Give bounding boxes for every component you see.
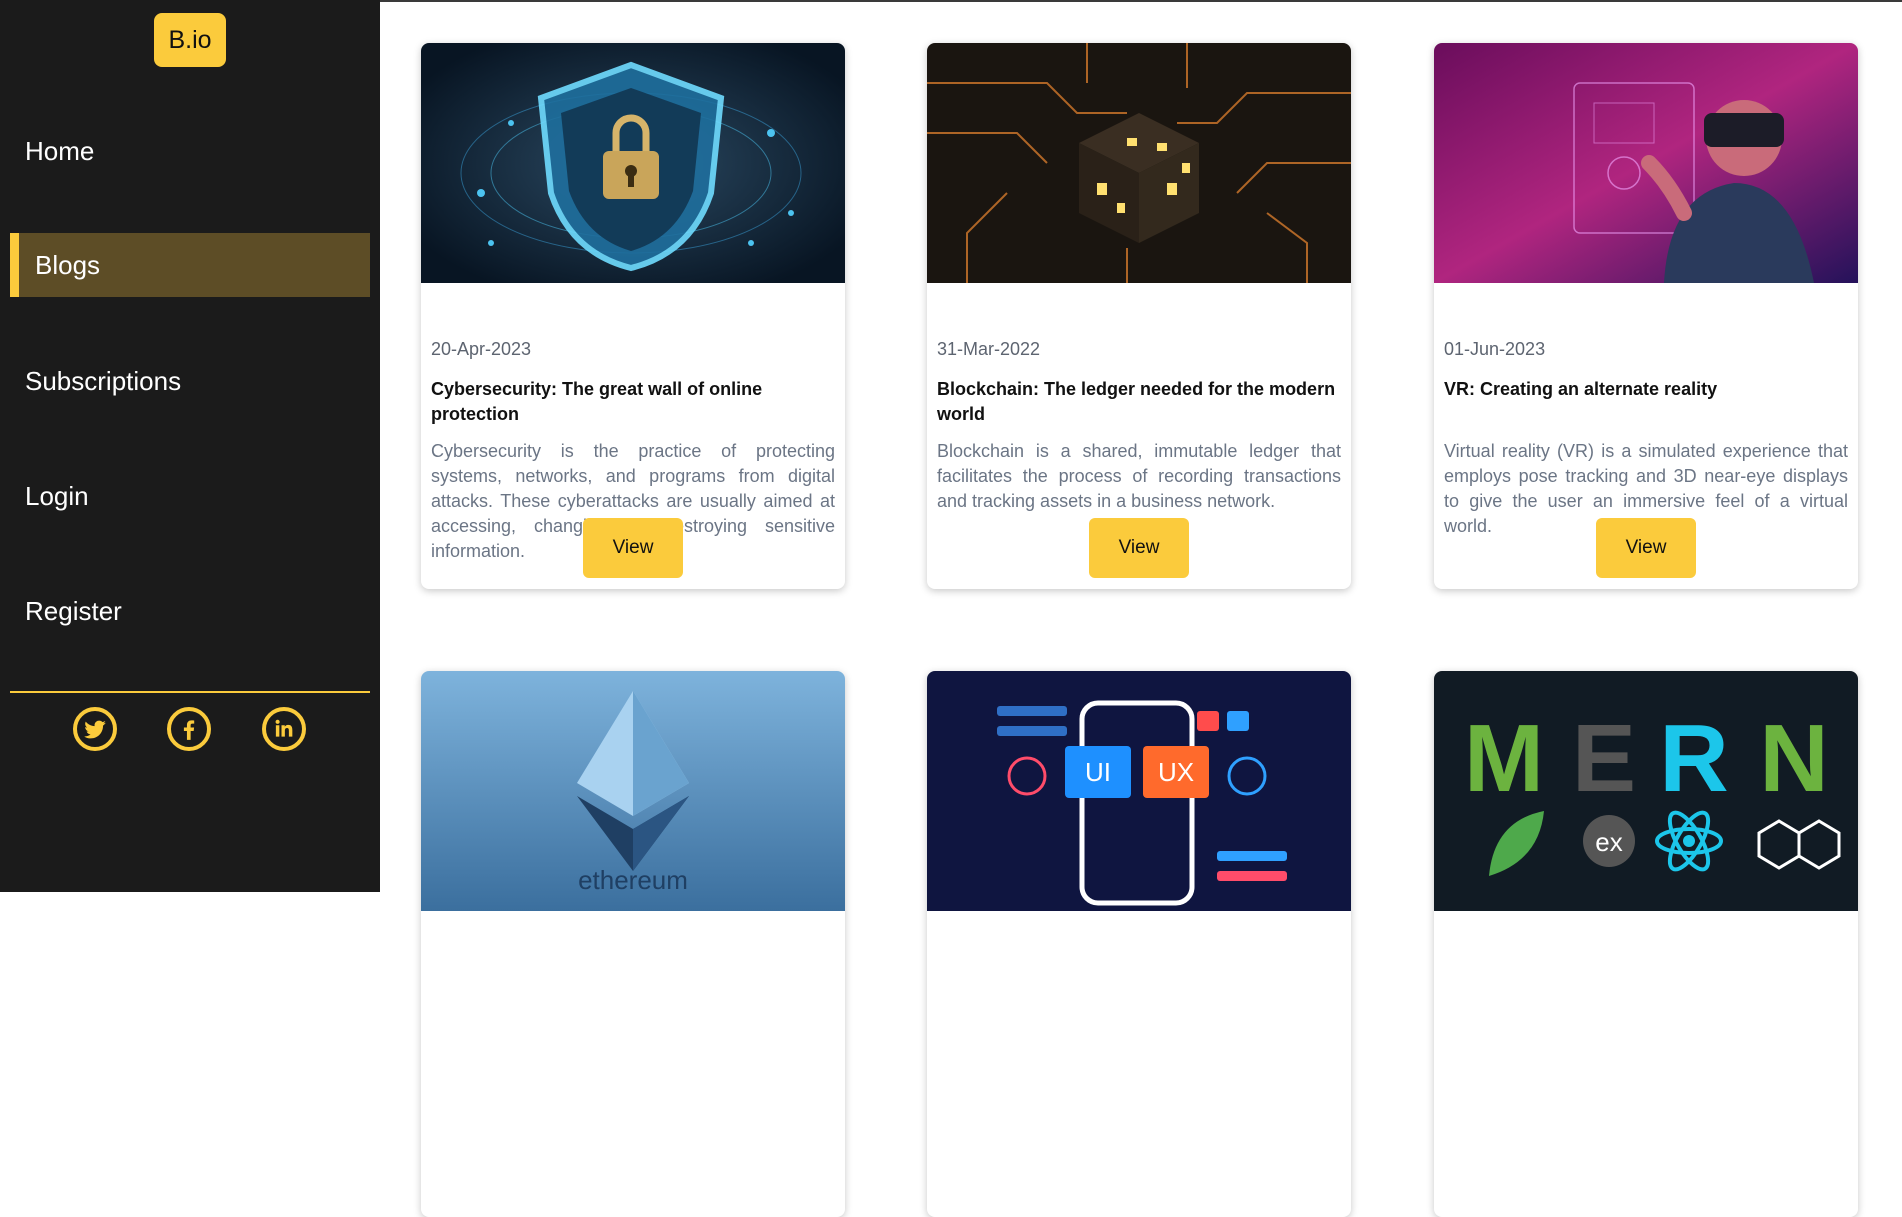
cybersecurity-image [421,43,845,283]
ethereum-label: ethereum [578,865,688,895]
view-button[interactable]: View [1089,518,1189,578]
mern-letter-n: N [1759,705,1828,812]
sidebar-divider [10,691,370,693]
view-button[interactable]: View [1596,518,1696,578]
post-date: 20-Apr-2023 [431,339,532,359]
blog-card: 01-Jun-2023 VR: Creating an alternate re… [1434,43,1858,589]
post-title: VR: Creating an alternate reality [1444,379,1718,399]
express-logo-text: ex [1595,827,1622,857]
sidebar: B.io Home Blogs Subscriptions Login Regi… [0,0,380,892]
ethereum-image: ethereum [421,671,845,911]
view-button[interactable]: View [583,518,683,578]
mern-letter-e: E [1572,705,1636,812]
blog-card: 20-Apr-2023 Cybersecurity: The great wal… [421,43,845,589]
mern-image: M E R N ex [1434,671,1858,911]
sidebar-item-label: Blogs [35,250,101,280]
sidebar-item-blogs[interactable]: Blogs [10,233,370,297]
sidebar-item-register[interactable]: Register [25,594,122,628]
linkedin-icon[interactable] [262,707,306,751]
post-title: Blockchain: The ledger needed for the mo… [937,379,1336,424]
facebook-icon[interactable] [167,707,211,751]
blockchain-image [927,43,1351,283]
ux-label: UX [1158,757,1194,787]
twitter-icon[interactable] [73,707,117,751]
mern-letter-r: R [1659,705,1728,812]
brand-logo[interactable]: B.io [154,13,226,67]
post-date: 01-Jun-2023 [1444,339,1546,359]
blog-card: UI UX [927,671,1351,1217]
post-title: Cybersecurity: The great wall of online … [431,379,763,424]
sidebar-item-home[interactable]: Home [25,134,94,168]
ui-label: UI [1085,757,1111,787]
top-border [380,0,1902,2]
post-description: Blockchain is a shared, immutable ledger… [937,441,1341,511]
sidebar-item-subscriptions[interactable]: Subscriptions [25,364,181,398]
sidebar-item-login[interactable]: Login [25,479,89,513]
mern-letter-m: M [1464,705,1544,812]
blog-card: ethereum [421,671,845,1217]
uiux-image: UI UX [927,671,1351,911]
blog-card: 31-Mar-2022 Blockchain: The ledger neede… [927,43,1351,589]
vr-image [1434,43,1858,283]
blog-card: M E R N ex [1434,671,1858,1217]
post-date: 31-Mar-2022 [937,339,1041,359]
